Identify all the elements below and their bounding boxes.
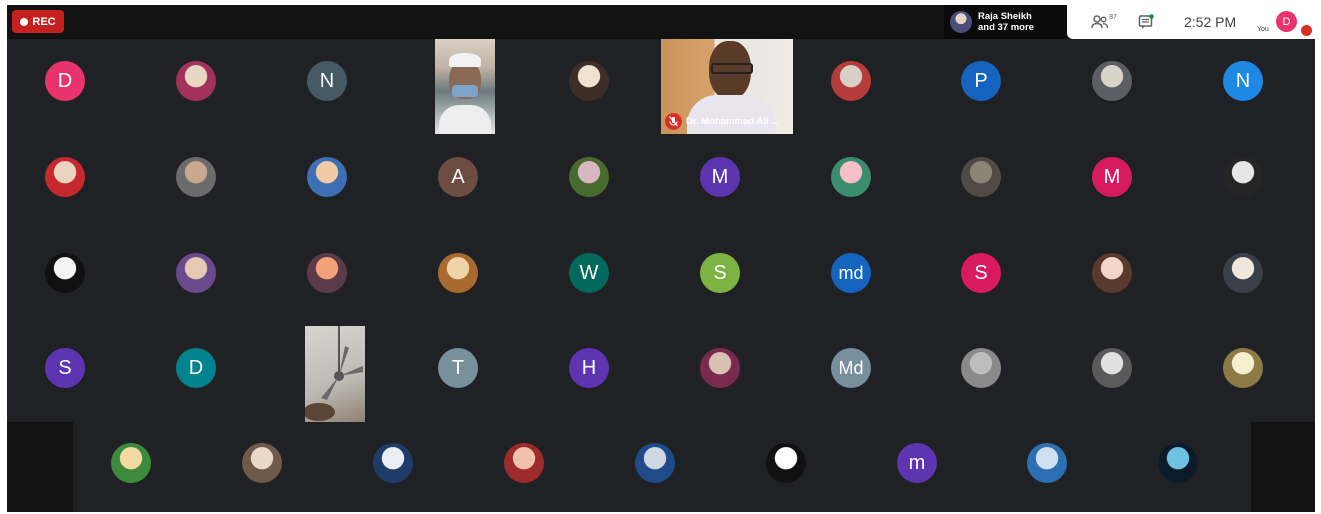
participant-avatar[interactable] [176,253,216,293]
participant-avatar[interactable] [1092,61,1132,101]
participant-initial-avatar[interactable]: md [831,253,871,293]
participant-video-tile[interactable] [305,326,365,422]
participant-avatar[interactable] [438,253,478,293]
video-person-body [439,105,491,134]
featured-person-glasses [711,63,753,74]
participant-avatar[interactable] [1158,443,1198,483]
speaker-avatar [950,11,972,33]
participant-avatar[interactable] [45,157,85,197]
participant-initial-avatar[interactable]: D [45,61,85,101]
ceiling-fan-graphic [305,326,363,421]
meeting-controls-panel: 87 2:52 PM You D [1067,5,1315,39]
mic-off-icon [665,113,682,130]
recording-indicator: REC [12,10,64,33]
meeting-clock: 2:52 PM [1184,14,1237,30]
participant-initial-avatar[interactable]: W [569,253,609,293]
participant-initial-avatar[interactable]: N [307,61,347,101]
participant-avatar[interactable] [176,61,216,101]
meeting-stage: REC Raja Sheikh and 37 more 87 2:52 PM Y… [7,5,1315,512]
record-dot-icon [20,17,29,26]
participant-avatar[interactable] [766,443,806,483]
active-speaker-chip[interactable]: Raja Sheikh and 37 more [944,5,1067,39]
video-person-cap [449,53,481,67]
participant-initial-avatar[interactable]: S [961,253,1001,293]
featured-speaker-video[interactable]: Dr. Mohammad Ali ... [661,39,793,134]
participant-avatar[interactable] [1223,157,1263,197]
bottom-gutter-left [7,422,73,512]
participant-initial-avatar[interactable]: S [700,253,740,293]
chat-button[interactable] [1135,13,1157,31]
participant-avatar[interactable] [1223,348,1263,388]
participants-button[interactable]: 87 [1085,13,1123,31]
rec-label: REC [32,15,56,28]
participant-avatar[interactable] [635,443,675,483]
participant-initial-avatar[interactable]: S [45,348,85,388]
participant-avatar[interactable] [1027,443,1067,483]
participant-avatar[interactable] [307,157,347,197]
participant-avatar[interactable] [1092,253,1132,293]
chat-icon [1138,14,1154,29]
participant-initial-avatar[interactable]: N [1223,61,1263,101]
participant-initial-avatar[interactable]: m [897,443,937,483]
participant-avatar[interactable] [1092,348,1132,388]
participant-avatar[interactable] [373,443,413,483]
participant-initial-avatar[interactable]: M [1092,157,1132,197]
participant-initial-avatar[interactable]: Md [831,348,871,388]
participant-initial-avatar[interactable]: H [569,348,609,388]
participant-avatar[interactable] [961,348,1001,388]
participant-avatar[interactable] [504,443,544,483]
self-avatar[interactable]: D [1276,11,1297,32]
participant-avatar[interactable] [831,157,871,197]
speaker-name: Raja Sheikh [978,11,1032,22]
participant-avatar[interactable] [242,443,282,483]
you-label: You [1257,26,1269,33]
video-person-mask [452,85,478,97]
participant-avatar[interactable] [700,348,740,388]
self-muted-mic-icon [1301,25,1312,36]
participant-avatar[interactable] [111,443,151,483]
bottom-gutter-right [1251,422,1315,512]
participant-avatar[interactable] [831,61,871,101]
featured-name-tag: Dr. Mohammad Ali ... [665,113,779,130]
participant-video-tile[interactable] [435,39,495,134]
participant-avatar[interactable] [1223,253,1263,293]
participant-avatar[interactable] [307,253,347,293]
participant-avatar[interactable] [569,157,609,197]
participant-avatar[interactable] [176,157,216,197]
participants-count: 87 [1109,13,1117,21]
top-bar: REC Raja Sheikh and 37 more 87 2:52 PM Y… [7,5,1315,39]
participant-avatar[interactable] [569,61,609,101]
people-icon [1091,15,1109,29]
speaker-more: and 37 more [978,22,1034,33]
participant-avatar[interactable] [45,253,85,293]
participant-initial-avatar[interactable]: M [700,157,740,197]
participant-initial-avatar[interactable]: D [176,348,216,388]
participant-avatar[interactable] [961,157,1001,197]
featured-name: Dr. Mohammad Ali ... [686,116,780,127]
participant-initial-avatar[interactable]: P [961,61,1001,101]
participant-initial-avatar[interactable]: A [438,157,478,197]
participant-initial-avatar[interactable]: T [438,348,478,388]
